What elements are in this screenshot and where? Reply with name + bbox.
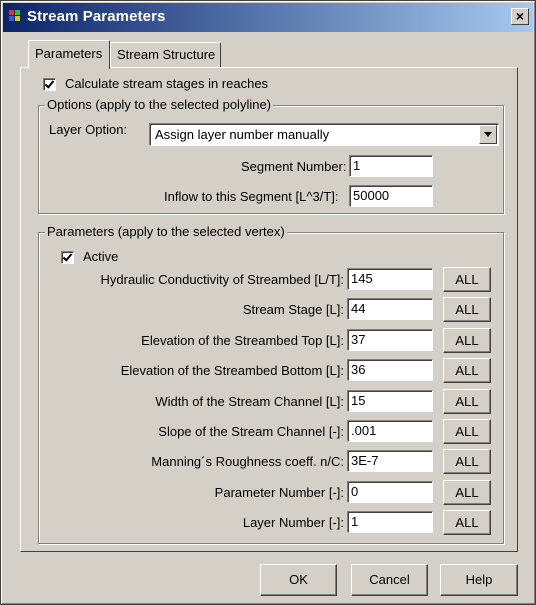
param-row-label: Stream Stage [L]: (242, 302, 344, 317)
inflow-input[interactable]: 50000 (349, 185, 433, 207)
layer-option-label: Layer Option: (49, 122, 128, 137)
param-row-input[interactable]: 145 (347, 268, 433, 290)
tab-stream-structure-label: Stream Structure (117, 47, 216, 62)
active-checkbox[interactable] (61, 251, 74, 264)
window-title: Stream Parameters (27, 8, 166, 25)
tab-parameters-label: Parameters (35, 46, 103, 61)
param-row-label: Manning´s Roughness coeff. n/C: (151, 454, 344, 469)
all-button-label: ALL (455, 333, 479, 348)
param-row-label: Elevation of the Streambed Top [L]: (141, 333, 344, 348)
all-button-label: ALL (455, 454, 479, 469)
app-icon (9, 10, 22, 23)
parameters-group: Parameters (apply to the selected vertex… (38, 224, 504, 544)
layer-option-select[interactable]: Assign layer number manually (149, 123, 499, 146)
all-button[interactable]: ALL (443, 480, 491, 505)
param-row-input[interactable]: 37 (347, 329, 433, 351)
param-row-input[interactable]: 3E-7 (347, 450, 433, 472)
parameters-group-title: Parameters (apply to the selected vertex… (45, 224, 287, 239)
help-button-label: Help (465, 572, 493, 587)
param-row-label: Elevation of the Streambed Bottom [L]: (120, 363, 344, 378)
chevron-down-icon[interactable] (479, 125, 497, 144)
cancel-button-label: Cancel (369, 572, 410, 587)
param-row-input[interactable]: .001 (347, 420, 433, 442)
active-label: Active (83, 249, 119, 264)
param-row-input[interactable]: 44 (347, 298, 433, 320)
tab-parameters[interactable]: Parameters (28, 40, 110, 69)
stream-parameters-dialog: Stream Parameters × Parameters Stream St… (0, 0, 536, 605)
calc-stages-checkbox[interactable] (43, 78, 56, 91)
param-row-input[interactable]: 1 (347, 511, 433, 533)
param-row-input[interactable]: 15 (347, 390, 433, 412)
all-button[interactable]: ALL (443, 297, 491, 322)
close-button[interactable]: × (511, 8, 529, 25)
title-bar[interactable]: Stream Parameters × (3, 3, 533, 32)
all-button-label: ALL (455, 424, 479, 439)
param-row-input[interactable]: 36 (347, 359, 433, 381)
all-button[interactable]: ALL (443, 419, 491, 444)
all-button-label: ALL (455, 485, 479, 500)
all-button-label: ALL (455, 394, 479, 409)
param-row-label: Width of the Stream Channel [L]: (155, 394, 344, 409)
calc-stages-label: Calculate stream stages in reaches (65, 76, 269, 91)
segment-number-input[interactable]: 1 (349, 155, 433, 177)
param-row-input[interactable]: 0 (347, 481, 433, 503)
all-button[interactable]: ALL (443, 389, 491, 414)
inflow-label: Inflow to this Segment [L^3/T]: (164, 189, 339, 204)
all-button-label: ALL (455, 363, 479, 378)
all-button[interactable]: ALL (443, 449, 491, 474)
param-row-label: Hydraulic Conductivity of Streambed [L/T… (100, 272, 345, 287)
ok-button[interactable]: OK (260, 564, 337, 596)
param-row-label: Layer Number [-]: (242, 515, 344, 530)
help-button[interactable]: Help (440, 564, 518, 596)
all-button[interactable]: ALL (443, 510, 491, 535)
parameters-tab-panel: Calculate stream stages in reaches Optio… (20, 67, 518, 552)
all-button[interactable]: ALL (443, 328, 491, 353)
all-button[interactable]: ALL (443, 358, 491, 383)
param-row-label: Slope of the Stream Channel [-]: (158, 424, 344, 439)
param-row-label: Parameter Number [-]: (214, 485, 344, 500)
all-button-label: ALL (455, 272, 479, 287)
all-button[interactable]: ALL (443, 267, 491, 292)
cancel-button[interactable]: Cancel (351, 564, 428, 596)
all-button-label: ALL (455, 302, 479, 317)
all-button-label: ALL (455, 515, 479, 530)
segment-number-label: Segment Number: (241, 159, 347, 174)
options-group: Options (apply to the selected polyline)… (38, 97, 504, 214)
layer-option-value: Assign layer number manually (155, 127, 330, 142)
tab-stream-structure[interactable]: Stream Structure (110, 42, 221, 67)
ok-button-label: OK (289, 572, 308, 587)
options-group-title: Options (apply to the selected polyline) (45, 97, 274, 112)
